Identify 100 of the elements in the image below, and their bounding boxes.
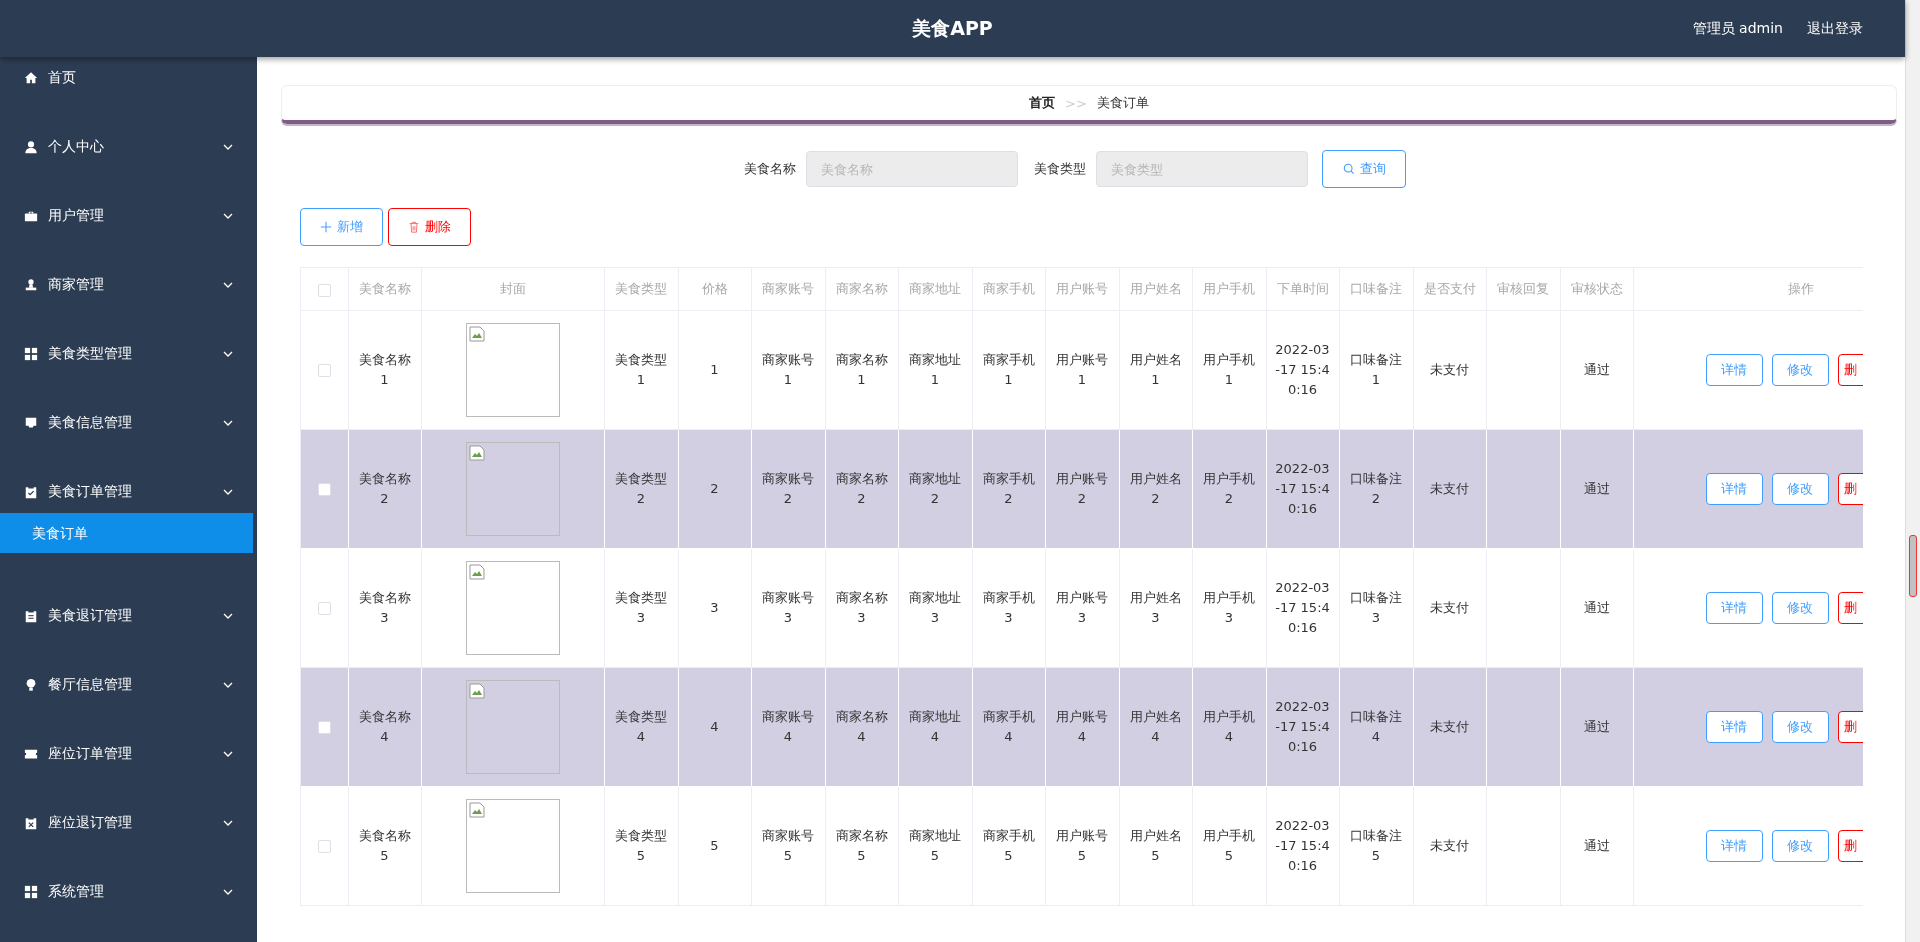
column-header: 美食类型 [615,281,667,296]
table-cell-text: 商家账号3 [761,589,815,627]
row-checkbox[interactable] [317,840,331,853]
sidebar-label: 个人中心 [48,137,105,156]
row-checkbox[interactable] [317,602,331,615]
column-header: 商家地址 [909,281,961,296]
bulb-icon [24,677,38,692]
sidebar-label: 座位订单管理 [48,744,133,763]
sidebar-label: 用户管理 [48,206,105,225]
scrollbar[interactable] [1905,0,1920,942]
details-button[interactable]: 详情 [1705,592,1763,624]
table-cell-text: 商家手机1 [981,351,1036,389]
row-checkbox[interactable] [317,483,331,496]
table-cell-text: 未支付 [1430,837,1469,855]
table-cell-text: 用户手机3 [1202,589,1256,627]
details-button[interactable]: 详情 [1705,711,1763,743]
sidebar-label: 美食订单管理 [48,482,133,501]
edit-button[interactable]: 修改 [1771,473,1829,505]
breadcrumb-link[interactable]: 首页 [1029,94,1056,112]
table-cell-text: 口味备注1 [1349,351,1403,389]
sidebar-label: 首页 [48,69,77,87]
sidebar-item[interactable]: 用户管理 [0,181,257,250]
chevron-icon [223,819,233,826]
column-header: 商家手机 [982,281,1035,296]
sidebar-item[interactable]: 系统管理 [0,857,257,926]
broken-image-icon [465,561,560,655]
table-cell-text: 2022-03-17 15:40:16 [1274,341,1331,399]
chevron-icon [223,281,233,288]
chevron-icon [223,888,233,895]
column-header: 美食名称 [358,281,411,296]
details-button[interactable]: 详情 [1705,354,1763,386]
table-cell-text: 用户账号2 [1055,470,1109,508]
table-cell-text: 未支付 [1430,361,1469,379]
table-cell-text: 商家账号2 [761,470,815,508]
table-cell-text: 通过 [1583,837,1610,855]
logout-link[interactable]: 退出登录 [1807,19,1863,38]
table-cell-text: 美食类型4 [614,708,668,746]
breadcrumb-current: 美食订单 [1096,94,1149,112]
plus-icon [320,221,332,233]
sidebar-label: 餐厅信息管理 [48,675,133,694]
table-cell-text: 商家地址3 [908,589,962,627]
table-cell-text: 2022-03-17 15:40:16 [1274,579,1331,637]
table-cell-text: 美食名称5 [357,827,412,865]
edit-button[interactable]: 修改 [1771,711,1829,743]
submenu-item[interactable]: 美食订单 [0,513,253,553]
delete-button[interactable]: 删 [1837,354,1863,386]
field-label: 美食类型 [1034,160,1086,178]
sidebar-label: 美食类型管理 [48,344,133,363]
stamp-icon [24,277,38,292]
sidebar-label: 美食退订管理 [48,606,133,625]
sidebar-label: 美食信息管理 [48,413,133,432]
details-button[interactable]: 详情 [1705,473,1763,505]
clipboard-x-icon [24,815,38,830]
row-checkbox[interactable] [317,721,331,734]
table-cell-text: 商家账号4 [761,708,815,746]
edit-button[interactable]: 修改 [1771,830,1829,862]
table-cell-text: 用户姓名1 [1128,351,1183,389]
chevron-icon [223,212,233,219]
table-cell-text: 商家手机3 [981,589,1036,627]
column-header: 审核回复 [1497,281,1549,296]
column-header: 用户手机 [1203,281,1255,296]
clipboard-icon [24,608,38,623]
sidebar-item[interactable]: 美食类型管理 [0,319,257,388]
chevron-icon [223,350,233,357]
sidebar-label: 座位退订管理 [48,813,133,832]
details-button[interactable]: 详情 [1705,830,1763,862]
sidebar-item[interactable]: 商家管理 [0,250,257,319]
delete-button[interactable]: 删 [1837,830,1863,862]
sidebar-item[interactable]: 美食退订管理 [0,581,257,650]
row-checkbox[interactable] [317,364,331,377]
select-all-checkbox[interactable] [317,283,331,297]
search-button[interactable]: 查询 [1322,150,1406,188]
table-cell-text: 口味备注4 [1349,708,1403,746]
add-button[interactable]: 新增 [300,208,383,246]
table-cell-text: 2022-03-17 15:40:16 [1274,698,1331,756]
sidebar-item[interactable]: 座位退订管理 [0,788,257,857]
table-cell-text: 商家名称3 [834,589,889,627]
table-cell-text: 商家名称4 [834,708,889,746]
column-header: 是否支付 [1423,281,1476,296]
sidebar-item[interactable]: 美食信息管理 [0,388,257,457]
delete-button[interactable]: 删 [1837,711,1863,743]
column-header: 审核状态 [1570,281,1623,296]
sidebar-item[interactable]: 个人中心 [0,112,257,181]
table-cell-text: 未支付 [1430,599,1469,617]
grid-icon [24,884,38,899]
table-cell-text: 商家名称2 [834,470,889,508]
field-label: 美食名称 [744,160,796,178]
sidebar-item[interactable]: 餐厅信息管理 [0,650,257,719]
delete-button[interactable]: 删除 [388,208,471,246]
edit-button[interactable]: 修改 [1771,592,1829,624]
table-cell-text: 2 [710,480,719,498]
table-cell-text: 1 [710,361,719,379]
delete-button[interactable]: 删 [1837,473,1863,505]
sidebar-item[interactable]: 首页 [0,57,257,99]
edit-button[interactable]: 修改 [1771,354,1829,386]
column-header: 下单时间 [1276,281,1329,296]
column-header: 操作 [1788,281,1814,296]
table-cell-text: 商家地址1 [908,351,962,389]
delete-button[interactable]: 删 [1837,592,1863,624]
sidebar-item[interactable]: 座位订单管理 [0,719,257,788]
